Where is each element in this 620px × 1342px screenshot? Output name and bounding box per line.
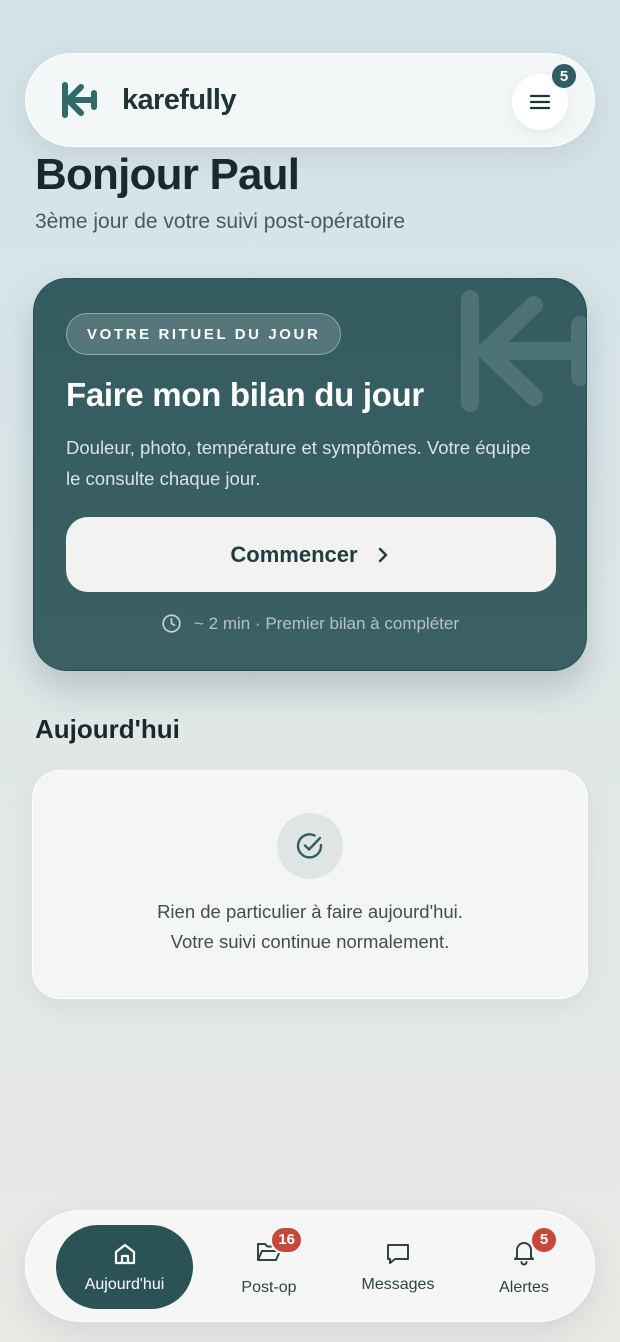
nav-item-alerts[interactable]: 5 Alertes [476, 1225, 572, 1309]
top-bar: karefully 5 [25, 53, 595, 147]
page-title: Bonjour Paul [35, 150, 300, 199]
home-icon [114, 1243, 135, 1265]
today-empty-card: Rien de particulier à faire aujourd'hui.… [32, 770, 588, 999]
daily-ritual-card: VOTRE RITUEL DU JOUR Faire mon bilan du … [33, 278, 587, 671]
nav-label-messages: Messages [361, 1276, 435, 1293]
empty-state-line-2: Votre suivi continue normalement. [170, 931, 450, 952]
ritual-meta-text: ~ 2 min · Premier bilan à compléter [193, 613, 460, 633]
ritual-meta: ~ 2 min · Premier bilan à compléter [34, 613, 586, 634]
nav-item-messages[interactable]: Messages [346, 1225, 450, 1309]
karefully-watermark-icon [461, 290, 586, 412]
today-section-title: Aujourd'hui [35, 714, 180, 744]
nav-label-alerts: Alertes [499, 1278, 549, 1296]
nav-label-postop: Post-op [241, 1278, 297, 1296]
postop-badge: 16 [270, 1225, 303, 1254]
ritual-description: Douleur, photo, température et symptômes… [66, 437, 531, 489]
nav-item-today[interactable]: Aujourd'hui [56, 1225, 193, 1309]
start-button-label: Commencer [230, 541, 358, 567]
nav-item-postop[interactable]: 16 Post-op [219, 1225, 319, 1309]
chevron-right-icon [378, 547, 387, 562]
clock-icon [162, 614, 181, 633]
empty-state-line-1: Rien de particulier à faire aujourd'hui. [157, 901, 463, 922]
message-icon [387, 1244, 409, 1264]
menu-notification-badge: 5 [550, 62, 578, 90]
bottom-navigation: Aujourd'hui 16 Post-op Messages 5 Alerte… [25, 1210, 595, 1322]
karefully-logo-icon [62, 82, 97, 118]
nav-label-today: Aujourd'hui [84, 1276, 165, 1293]
start-button[interactable]: Commencer [66, 517, 556, 592]
page-subtitle: 3ème jour de votre suivi post-opératoire [35, 210, 406, 233]
alerts-badge: 5 [530, 1225, 558, 1254]
brand-name: karefully [122, 83, 236, 116]
check-circle [277, 813, 343, 879]
ritual-pill: VOTRE RITUEL DU JOUR [66, 313, 342, 355]
check-circle-icon [296, 833, 323, 859]
ritual-title: Faire mon bilan du jour [66, 376, 424, 413]
menu-icon [529, 94, 551, 110]
menu-button[interactable]: 5 [512, 62, 578, 130]
